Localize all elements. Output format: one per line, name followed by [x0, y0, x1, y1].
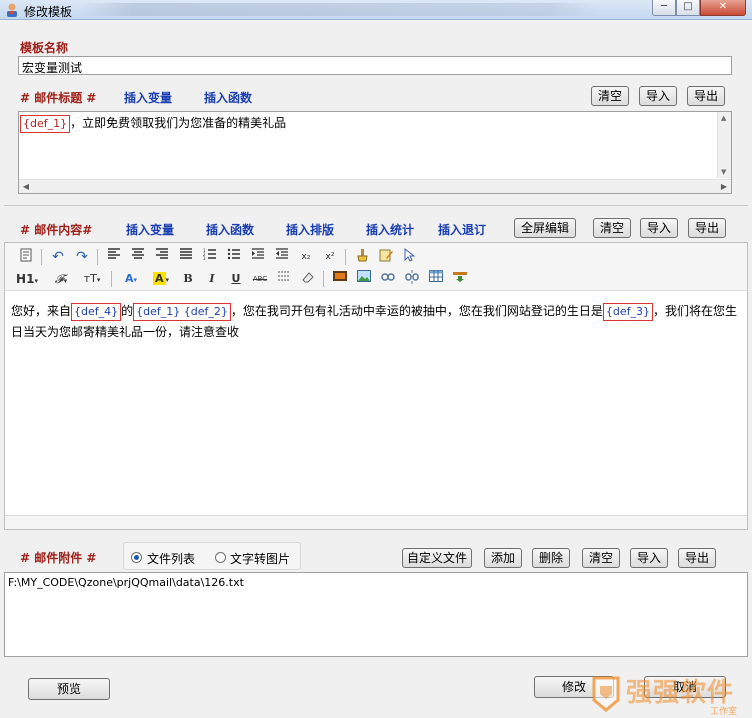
- custom-file-button[interactable]: 自定义文件: [402, 548, 472, 568]
- template-name-value: 宏变量测试: [22, 61, 83, 75]
- insert-special-icon[interactable]: [451, 270, 469, 288]
- font-family-dropdown[interactable]: 𝓕▾: [49, 270, 73, 288]
- title-bar: 修改模板 ─ □ ✕: [0, 0, 752, 20]
- unlink-icon[interactable]: [403, 270, 421, 288]
- body-text: ，您在我司开包有礼活动中幸运的被抽中，您在我们网站登记的生日是: [230, 304, 603, 318]
- template-name-label: 模板名称: [20, 41, 69, 55]
- unordered-list-icon[interactable]: [225, 248, 243, 266]
- body-token-def4[interactable]: {def_4}: [71, 303, 122, 321]
- content-insert-stats-link[interactable]: 插入统计: [366, 221, 414, 238]
- highlight-color-dropdown[interactable]: A ▾: [149, 270, 173, 288]
- horizontal-rule-icon[interactable]: [275, 270, 293, 288]
- attachment-mode-group: 文件列表 文字转图片: [123, 542, 301, 570]
- watermark-logo: 强强软件 工作室: [588, 672, 750, 717]
- font-size-dropdown[interactable]: тT▾: [79, 270, 105, 288]
- attachment-import-button[interactable]: 导入: [630, 548, 668, 568]
- attachment-add-button[interactable]: 添加: [484, 548, 522, 568]
- subject-vscroll[interactable]: ▲ ▼: [717, 112, 731, 178]
- align-center-icon[interactable]: [129, 248, 147, 266]
- scroll-left-icon[interactable]: ◀: [19, 180, 33, 194]
- content-insert-unsubscribe-link[interactable]: 插入退订: [438, 221, 486, 238]
- close-button[interactable]: ✕: [700, 0, 746, 16]
- insert-flash-icon[interactable]: [331, 270, 349, 288]
- outdent-icon[interactable]: [273, 248, 291, 266]
- font-color-dropdown[interactable]: A▾: [119, 270, 143, 288]
- body-text: 的: [121, 304, 134, 318]
- subject-clear-button[interactable]: 清空: [591, 86, 629, 106]
- eraser-icon[interactable]: [299, 270, 317, 288]
- insert-image-icon[interactable]: [355, 270, 373, 288]
- subject-hscroll[interactable]: ◀ ▶: [19, 179, 731, 193]
- superscript-icon[interactable]: x²: [321, 248, 339, 266]
- radio-text-to-image-label[interactable]: 文字转图片: [230, 550, 290, 567]
- content-clear-button[interactable]: 清空: [593, 218, 631, 238]
- scroll-up-icon[interactable]: ▲: [721, 114, 726, 122]
- app-icon: [7, 3, 17, 17]
- watermark-sub: 工作室: [710, 707, 738, 717]
- underline-icon[interactable]: U: [227, 270, 245, 288]
- preview-button[interactable]: 预览: [28, 678, 110, 700]
- content-export-button[interactable]: 导出: [688, 218, 726, 238]
- radio-text-to-image[interactable]: [215, 552, 226, 563]
- subject-insert-function-link[interactable]: 插入函数: [204, 89, 252, 106]
- scroll-right-icon[interactable]: ▶: [717, 180, 731, 194]
- subject-insert-variable-link[interactable]: 插入变量: [124, 89, 172, 106]
- attachment-list[interactable]: F:\MY_CODE\Qzone\prjQQmail\data\126.txt: [4, 572, 748, 657]
- redo-icon[interactable]: ↷: [73, 248, 91, 266]
- content-insert-layout-link[interactable]: 插入排版: [286, 221, 334, 238]
- window-title: 修改模板: [24, 5, 73, 19]
- mail-subject-label: # 邮件标题 #: [20, 91, 97, 105]
- radio-file-list-label[interactable]: 文件列表: [147, 550, 195, 567]
- cursor-select-icon[interactable]: [401, 247, 419, 266]
- body-token-def3[interactable]: {def_3}: [602, 303, 654, 321]
- divider: [4, 205, 748, 206]
- heading-dropdown[interactable]: H1▾: [15, 270, 39, 288]
- editor-toolbar: ↶ ↷ 123 x₂ x² H1▾ 𝓕▾ тT▾ A▾ A ▾ B I U AB…: [5, 243, 747, 291]
- attachment-delete-button[interactable]: 删除: [532, 548, 570, 568]
- italic-icon[interactable]: I: [203, 270, 221, 288]
- content-insert-variable-link[interactable]: 插入变量: [126, 221, 174, 238]
- indent-icon[interactable]: [249, 248, 267, 266]
- template-name-input[interactable]: 宏变量测试: [18, 56, 732, 75]
- subject-text: ，立即免费领取我们为您准备的精美礼品: [70, 116, 287, 130]
- body-text: 您好，来自: [11, 304, 72, 318]
- body-token-def1-def2[interactable]: {def_1} {def_2}: [133, 303, 231, 321]
- subscript-icon[interactable]: x₂: [297, 248, 315, 266]
- title-blur: [80, 3, 600, 16]
- attachment-clear-button[interactable]: 清空: [582, 548, 620, 568]
- attachment-path[interactable]: F:\MY_CODE\Qzone\prjQQmail\data\126.txt: [8, 576, 244, 589]
- editor-statusbar: [5, 515, 747, 529]
- content-editor-frame: ↶ ↷ 123 x₂ x² H1▾ 𝓕▾ тT▾ A▾ A ▾ B I U AB…: [4, 242, 748, 530]
- mail-content-label: # 邮件内容#: [20, 223, 93, 237]
- attachment-export-button[interactable]: 导出: [678, 548, 716, 568]
- content-insert-function-link[interactable]: 插入函数: [206, 221, 254, 238]
- subject-export-button[interactable]: 导出: [687, 86, 725, 106]
- strikethrough-icon[interactable]: ABC: [251, 270, 269, 288]
- subject-import-button[interactable]: 导入: [639, 86, 677, 106]
- bold-icon[interactable]: B: [179, 270, 197, 288]
- template-edit-icon[interactable]: [377, 248, 395, 266]
- svg-text:3: 3: [203, 256, 206, 260]
- subject-token-def1[interactable]: {def_1}: [20, 115, 71, 133]
- mail-subject-editor[interactable]: {def_1} ，立即免费领取我们为您准备的精美礼品 ▲ ▼ ◀ ▶: [18, 111, 732, 194]
- format-painter-icon[interactable]: [353, 248, 371, 266]
- radio-file-list[interactable]: [131, 552, 142, 563]
- minimize-button[interactable]: ─: [652, 0, 676, 16]
- link-icon[interactable]: [379, 270, 397, 288]
- scroll-down-icon[interactable]: ▼: [721, 168, 726, 176]
- content-body[interactable]: 您好，来自 {def_4} 的 {def_1} {def_2} ，您在我司开包有礼活动中…: [11, 301, 743, 343]
- maximize-button[interactable]: □: [676, 0, 700, 16]
- fullscreen-edit-button[interactable]: 全屏编辑: [514, 218, 576, 238]
- ordered-list-icon[interactable]: 123: [201, 248, 219, 266]
- content-import-button[interactable]: 导入: [640, 218, 678, 238]
- align-justify-icon[interactable]: [177, 248, 195, 266]
- attachment-label: # 邮件附件 #: [20, 551, 97, 565]
- source-code-icon[interactable]: [17, 248, 35, 266]
- align-right-icon[interactable]: [153, 248, 171, 266]
- align-left-icon[interactable]: [105, 248, 123, 266]
- undo-icon[interactable]: ↶: [49, 248, 67, 266]
- insert-table-icon[interactable]: [427, 270, 445, 288]
